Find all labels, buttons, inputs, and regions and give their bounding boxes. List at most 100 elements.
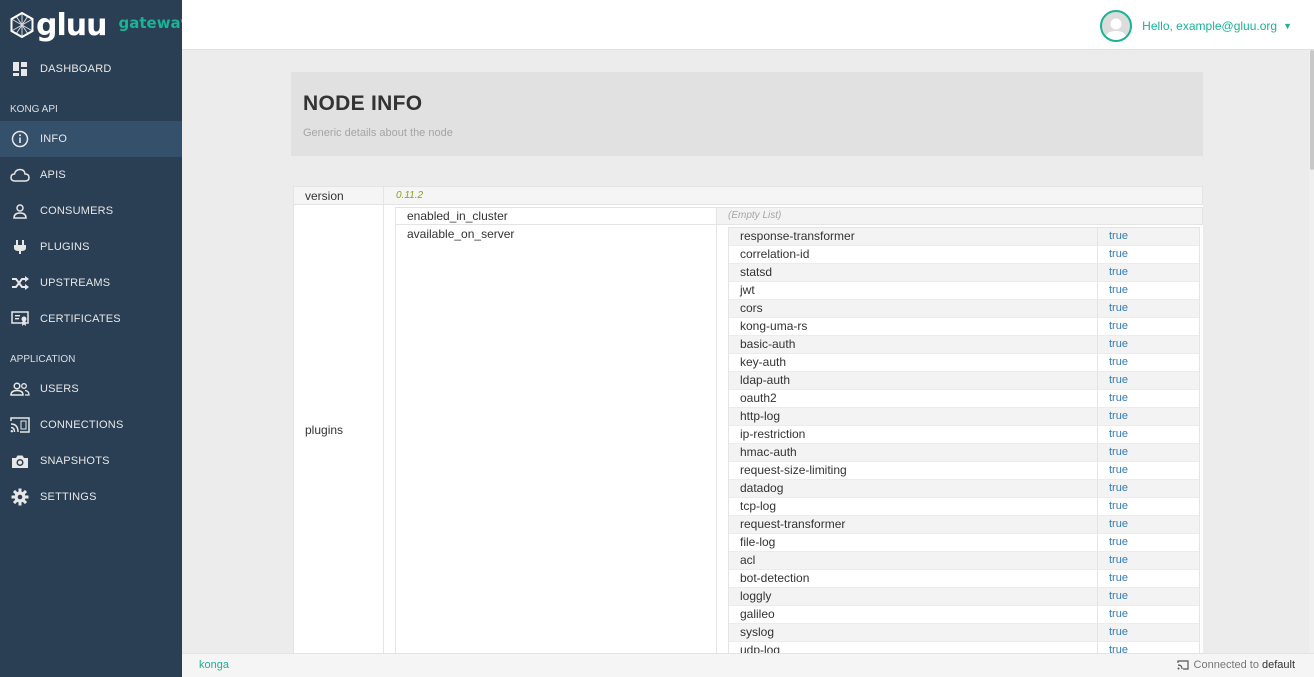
list-item: request-transformer true — [729, 516, 1199, 534]
plugin-name: request-size-limiting — [729, 462, 1098, 479]
scrollbar-thumb[interactable] — [1310, 50, 1314, 170]
user-menu[interactable]: Hello, example@gluu.org ▼ — [1100, 10, 1292, 42]
sidebar-item-label: APIS — [40, 169, 66, 181]
users-icon — [10, 380, 30, 398]
page-title: NODE INFO — [303, 92, 423, 115]
brand-sub: gateway — [118, 14, 190, 32]
list-item: basic-auth true — [729, 336, 1199, 354]
plugin-name: hmac-auth — [729, 444, 1098, 461]
gluu-hex-icon — [10, 12, 34, 38]
page-subtitle: Generic details about the node — [303, 127, 453, 139]
plugin-value: true — [1109, 482, 1128, 494]
sidebar-item-users[interactable]: USERS — [0, 371, 182, 407]
plugin-value: true — [1109, 320, 1128, 332]
plugin-value: true — [1109, 644, 1128, 653]
plugin-name: udp-log — [729, 642, 1098, 653]
plugin-value: true — [1109, 500, 1128, 512]
sidebar: gluu gateway DASHBOARD KONG API INFO API… — [0, 0, 190, 677]
table-row-enabled: enabled_in_cluster (Empty List) — [396, 208, 1203, 225]
cast-icon — [10, 416, 30, 434]
plugin-name: acl — [729, 552, 1098, 569]
plugin-value: true — [1109, 266, 1128, 278]
plugin-value: true — [1109, 410, 1128, 422]
enabled-key: enabled_in_cluster — [396, 208, 717, 224]
cast-icon — [1176, 660, 1189, 670]
enabled-value: (Empty List) — [717, 208, 1203, 224]
plugin-name: oauth2 — [729, 390, 1098, 407]
sidebar-item-upstreams[interactable]: UPSTREAMS — [0, 265, 182, 301]
list-item: http-log true — [729, 408, 1199, 426]
list-item: acl true — [729, 552, 1199, 570]
plugin-name: ip-restriction — [729, 426, 1098, 443]
sidebar-item-info[interactable]: INFO — [0, 121, 182, 157]
brand[interactable]: gluu gateway — [0, 0, 190, 50]
plugin-name: correlation-id — [729, 246, 1098, 263]
plugin-name: key-auth — [729, 354, 1098, 371]
plug-icon — [10, 238, 30, 256]
available-key: available_on_server — [396, 225, 717, 653]
chevron-down-icon: ▼ — [1283, 21, 1292, 31]
sidebar-item-connections[interactable]: CONNECTIONS — [0, 407, 182, 443]
sidebar-item-consumers[interactable]: CONSUMERS — [0, 193, 182, 229]
sidebar-item-label: CERTIFICATES — [40, 313, 121, 325]
list-item: correlation-id true — [729, 246, 1199, 264]
plugin-value: true — [1109, 536, 1128, 548]
avatar-person-icon — [1105, 18, 1128, 40]
sidebar-item-apis[interactable]: APIS — [0, 157, 182, 193]
sidebar-item-label: DASHBOARD — [40, 63, 112, 75]
plugin-name: syslog — [729, 624, 1098, 641]
sidebar-item-snapshots[interactable]: SNAPSHOTS — [0, 443, 182, 479]
nav-section-application: APPLICATION — [10, 354, 76, 365]
sidebar-item-certificates[interactable]: CERTIFICATES — [0, 301, 182, 337]
list-item: galileo true — [729, 606, 1199, 624]
shuffle-icon — [10, 274, 30, 292]
plugin-name: bot-detection — [729, 570, 1098, 587]
footer-app-name[interactable]: konga — [199, 659, 229, 671]
top-bar: Hello, example@gluu.org ▼ — [182, 0, 1314, 50]
page-header: NODE INFO Generic details about the node — [291, 72, 1203, 156]
dashboard-icon — [10, 60, 30, 78]
list-item: cors true — [729, 300, 1199, 318]
nav-section-kong: KONG API — [10, 104, 58, 115]
avatar — [1100, 10, 1133, 42]
plugin-name: response-transformer — [729, 228, 1098, 245]
sidebar-item-dashboard[interactable]: DASHBOARD — [0, 51, 182, 87]
sidebar-item-settings[interactable]: SETTINGS — [0, 479, 182, 515]
connected-label: Connected to — [1193, 659, 1259, 671]
gluu-logo: gluu — [10, 8, 107, 43]
list-item: kong-uma-rs true — [729, 318, 1199, 336]
sidebar-item-label: UPSTREAMS — [40, 277, 111, 289]
sidebar-item-label: CONSUMERS — [40, 205, 114, 217]
list-item: bot-detection true — [729, 570, 1199, 588]
sidebar-item-label: SETTINGS — [40, 491, 97, 503]
info-icon — [10, 130, 30, 148]
list-item: oauth2 true — [729, 390, 1199, 408]
list-item: ldap-auth true — [729, 372, 1199, 390]
sidebar-item-label: USERS — [40, 383, 79, 395]
plugin-value: true — [1109, 230, 1128, 242]
plugin-value: true — [1109, 428, 1128, 440]
list-item: statsd true — [729, 264, 1199, 282]
plugin-name: basic-auth — [729, 336, 1098, 353]
certificate-icon — [10, 310, 30, 328]
plugin-name: datadog — [729, 480, 1098, 497]
plugin-value: true — [1109, 590, 1128, 602]
plugin-name: galileo — [729, 606, 1098, 623]
plugins-subtable: enabled_in_cluster (Empty List) availabl… — [395, 207, 1203, 653]
sidebar-item-label: SNAPSHOTS — [40, 455, 110, 467]
plugin-value: true — [1109, 338, 1128, 350]
list-item: tcp-log true — [729, 498, 1199, 516]
plugin-name: cors — [729, 300, 1098, 317]
list-item: hmac-auth true — [729, 444, 1199, 462]
plugin-name: file-log — [729, 534, 1098, 551]
version-value: 0.11.2 — [396, 190, 424, 201]
list-item: syslog true — [729, 624, 1199, 642]
list-item: key-auth true — [729, 354, 1199, 372]
plugin-name: loggly — [729, 588, 1098, 605]
list-item: ip-restriction true — [729, 426, 1199, 444]
sidebar-item-plugins[interactable]: PLUGINS — [0, 229, 182, 265]
sidebar-item-label: PLUGINS — [40, 241, 90, 253]
connection-name[interactable]: default — [1262, 659, 1295, 671]
plugin-name: statsd — [729, 264, 1098, 281]
table-row-version: version 0.11.2 — [293, 186, 1203, 205]
